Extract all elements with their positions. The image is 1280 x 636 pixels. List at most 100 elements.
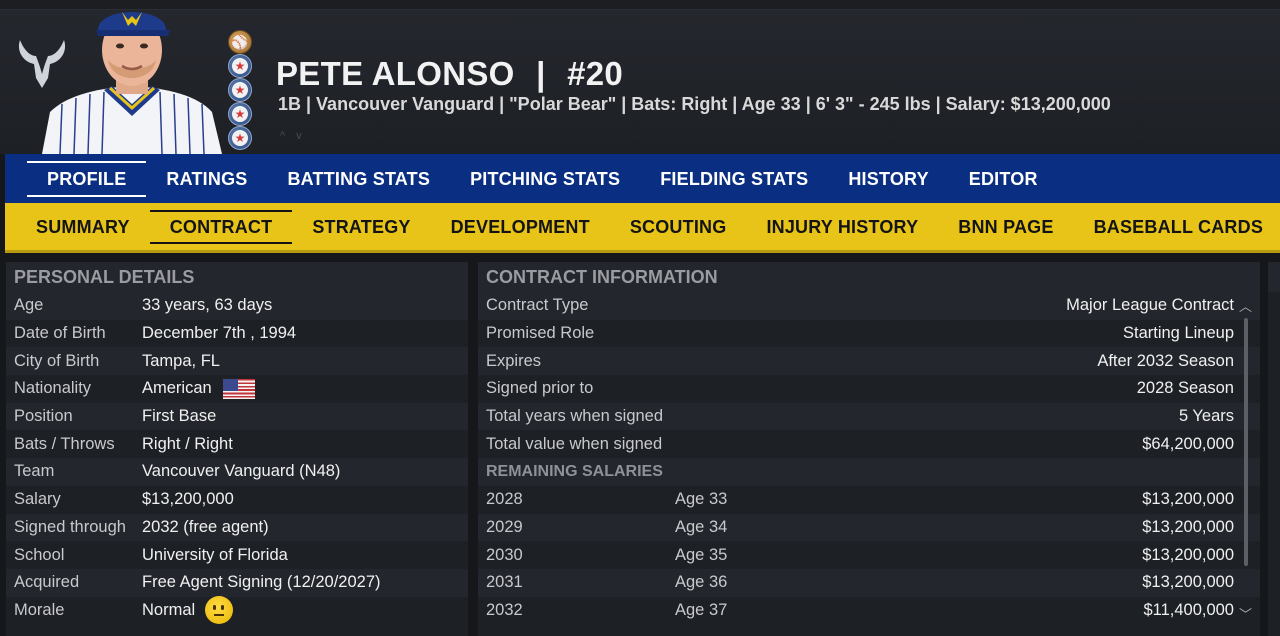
contract-label: Promised Role [486, 324, 595, 343]
contract-scrollbar[interactable] [1244, 318, 1248, 566]
salary-row: 2031 Age 36 $13,200,000 [478, 568, 1260, 597]
salary-amount: $13,200,000 [1142, 573, 1234, 592]
contract-row: Total years when signed 5 Years [478, 402, 1260, 431]
detail-label: Age [14, 296, 44, 315]
detail-label: Signed through [14, 517, 126, 536]
tab-pitching-stats[interactable]: PITCHING STATS [450, 161, 640, 197]
team-link[interactable]: Vancouver Vanguard (N48) [142, 462, 340, 481]
contract-row: Total value when signed $64,200,000 [478, 430, 1260, 459]
salary-amount: $13,200,000 [1142, 517, 1234, 536]
salary-age: Age 35 [675, 545, 728, 564]
neutral-face-icon [205, 596, 234, 625]
star-medal-icon[interactable]: ★ [228, 126, 252, 150]
tab-profile[interactable]: PROFILE [27, 160, 147, 197]
detail-label: Morale [14, 600, 65, 619]
remaining-salaries-header: REMAINING SALARIES [478, 458, 1260, 486]
detail-row: Acquired Free Agent Signing (12/20/2027) [6, 568, 468, 597]
detail-value: 2032 (free agent) [142, 517, 269, 536]
scroll-up-chevron-icon[interactable]: ︿ [1239, 296, 1252, 315]
contract-value: Starting Lineup [1123, 324, 1234, 343]
name-separator: | [536, 55, 546, 92]
detail-label: Date of Birth [14, 324, 106, 343]
detail-value: First Base [142, 407, 217, 426]
player-header: ⚾ ★ ★ ★ ★ ^ v PETE ALONSO | #20 1B | Van… [0, 10, 1280, 154]
salary-age: Age 33 [675, 490, 728, 509]
star-medal-icon[interactable]: ★ [228, 102, 252, 126]
contract-value: 5 Years [1178, 407, 1234, 426]
subtab-contract[interactable]: CONTRACT [149, 209, 293, 244]
us-flag-icon [221, 377, 256, 400]
contract-label: Contract Type [486, 296, 589, 315]
detail-value: December 7th , 1994 [142, 324, 297, 343]
contract-value: 2028 Season [1136, 379, 1234, 398]
player-summary-line: 1B | Vancouver Vanguard | "Polar Bear" |… [278, 94, 1111, 114]
contract-value: After 2032 Season [1097, 351, 1234, 370]
contract-value: $64,200,000 [1142, 434, 1234, 453]
personal-details-panel: PERSONAL DETAILS Age 33 years, 63 days Da… [6, 262, 468, 636]
subtab-injury-history[interactable]: INJURY HISTORY [746, 210, 938, 244]
subtab-baseball-cards[interactable]: BASEBALL CARDS [1074, 210, 1280, 244]
detail-value: Right / Right [142, 434, 233, 453]
tab-fielding-stats[interactable]: FIELDING STATS [640, 161, 828, 197]
detail-row: Nationality American [6, 375, 468, 403]
salary-row: 2028 Age 33 $13,200,000 [478, 485, 1260, 514]
tab-editor[interactable]: EDITOR [949, 161, 1058, 197]
star-medal-icon[interactable]: ★ [228, 54, 252, 78]
baseball-medal-icon[interactable]: ⚾ [228, 30, 252, 54]
detail-row: Age 33 years, 63 days [6, 292, 468, 320]
detail-row: Salary $13,200,000 [6, 485, 468, 514]
star-medal-icon[interactable]: ★ [228, 78, 252, 102]
detail-value: 33 years, 63 days [142, 296, 273, 315]
detail-label: School [14, 545, 65, 564]
detail-value: Normal [142, 596, 234, 625]
salary-age: Age 36 [675, 573, 728, 592]
salary-amount: $13,200,000 [1142, 490, 1234, 509]
contract-row: Contract Type Major League Contract [478, 292, 1260, 320]
salary-year: 2029 [486, 517, 523, 536]
detail-label: Acquired [14, 573, 80, 592]
tab-ratings[interactable]: RATINGS [146, 161, 267, 197]
subtab-strategy[interactable]: STRATEGY [292, 210, 430, 244]
salary-amount: $13,200,000 [1142, 545, 1234, 564]
detail-value: Free Agent Signing (12/20/2027) [142, 573, 381, 592]
salary-year: 2028 [486, 490, 523, 509]
tab-batting-stats[interactable]: BATTING STATS [267, 161, 450, 197]
detail-label: Bats / Throws [14, 434, 115, 453]
player-name: PETE ALONSO | #20 [276, 55, 623, 93]
contract-row: Signed prior to 2028 Season [478, 375, 1260, 403]
detail-label: City of Birth [14, 351, 100, 370]
nationality-text: American [142, 379, 212, 398]
salary-row: 2032 Age 37 $11,400,000 [478, 596, 1260, 625]
salary-age: Age 34 [675, 517, 728, 536]
salary-amount: $11,400,000 [1143, 600, 1234, 619]
salary-year: 2030 [486, 545, 523, 564]
subtab-scouting[interactable]: SCOUTING [610, 210, 747, 244]
contract-row: Expires After 2032 Season [478, 347, 1260, 376]
contract-label: Signed prior to [486, 379, 594, 398]
contract-label: Total years when signed [486, 407, 664, 426]
tab-history[interactable]: HISTORY [828, 161, 948, 197]
detail-label: Nationality [14, 379, 92, 398]
scroll-down-chevron-icon[interactable]: ﹀ [1239, 604, 1252, 623]
morale-text: Normal [142, 600, 196, 619]
subtab-development[interactable]: DEVELOPMENT [431, 210, 610, 244]
remaining-salaries-title: REMAINING SALARIES [486, 462, 663, 480]
personal-details-title: PERSONAL DETAILS [6, 262, 468, 292]
detail-label: Team [14, 462, 55, 481]
detail-value: Tampa, FL [142, 351, 220, 370]
detail-row: Signed through 2032 (free agent) [6, 513, 468, 542]
detail-row: School University of Florida [6, 541, 468, 569]
salary-age: Age 37 [675, 600, 728, 619]
main-tabs: PROFILE RATINGS BATTING STATS PITCHING S… [5, 154, 1280, 203]
subtab-bnn-page[interactable]: BNN PAGE [938, 210, 1073, 244]
subtab-summary[interactable]: SUMMARY [16, 210, 150, 244]
medal-scroll-arrows[interactable]: ^ v [280, 130, 306, 142]
contract-information-panel: CONTRACT INFORMATION Contract Type Major … [478, 262, 1260, 636]
detail-row: Date of Birth December 7th , 1994 [6, 319, 468, 348]
award-medals: ⚾ ★ ★ ★ ★ [228, 30, 256, 150]
player-portrait [42, 12, 222, 154]
player-name-text: PETE ALONSO [276, 55, 515, 92]
contract-label: Expires [486, 351, 542, 370]
contract-information-title: CONTRACT INFORMATION [478, 262, 1260, 292]
detail-label: Position [14, 407, 73, 426]
